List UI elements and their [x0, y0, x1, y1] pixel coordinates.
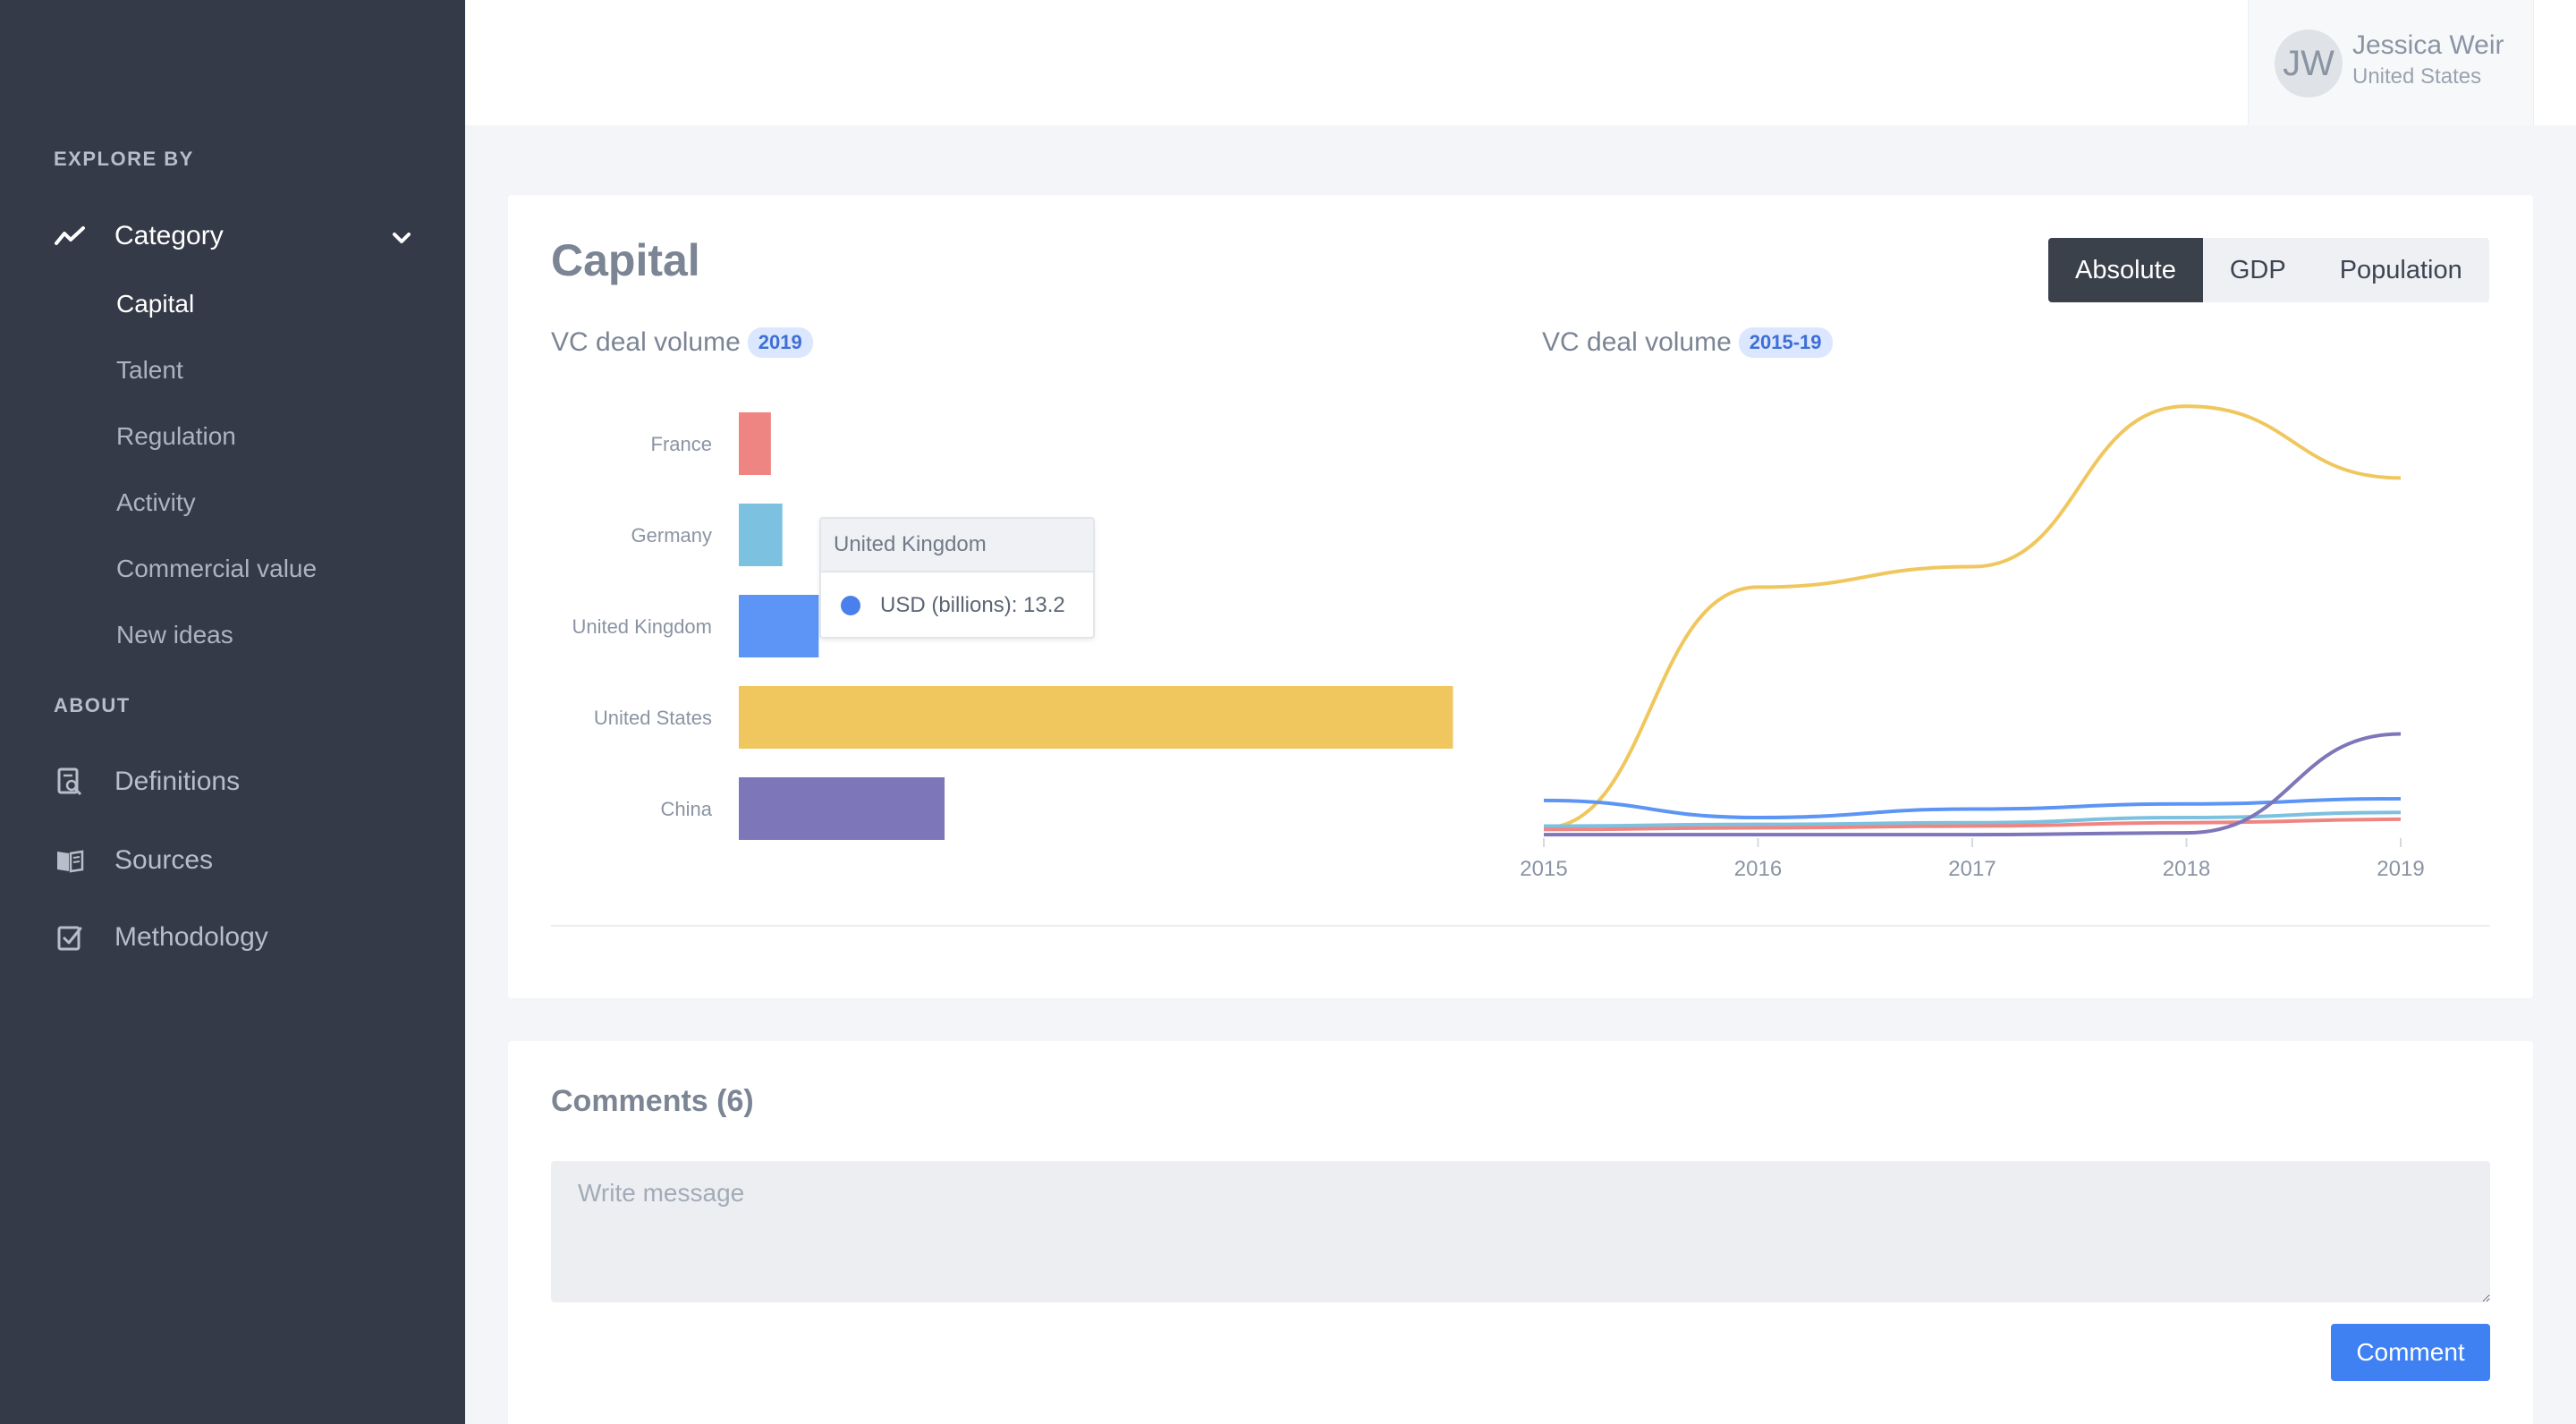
toggle-population[interactable]: Population — [2313, 238, 2489, 302]
bar-label-china: China — [661, 798, 713, 820]
line-chart-title: VC deal volume — [1542, 327, 1732, 357]
view-toggle: Absolute GDP Population — [2048, 238, 2489, 302]
bar-chart-header: VC deal volume 2019 — [551, 327, 813, 358]
trend-line-icon — [54, 220, 86, 252]
comments-title: Comments (6) — [551, 1084, 754, 1118]
explore-by-label: EXPLORE BY — [54, 148, 194, 170]
bar-china[interactable] — [739, 777, 945, 840]
tooltip-value: USD (billions): 13.2 — [880, 593, 1065, 617]
sidebar-item-regulation[interactable]: Regulation — [116, 422, 236, 451]
bar-france[interactable] — [739, 412, 771, 475]
bar-united-kingdom[interactable] — [739, 595, 819, 657]
user-country: United States — [2352, 64, 2482, 89]
sidebar-item-commercial-value[interactable]: Commercial value — [116, 555, 317, 583]
sidebar-item-new-ideas[interactable]: New ideas — [116, 621, 233, 649]
sidebar-item-definitions[interactable]: Definitions — [54, 760, 240, 803]
x-tick-label-2016: 2016 — [1734, 857, 1782, 881]
bar-united-states[interactable] — [739, 686, 1453, 749]
sidebar: EXPLORE BY Category Capital Talent Regul… — [0, 0, 465, 1424]
x-tick-label-2019: 2019 — [2377, 857, 2424, 881]
sidebar-item-capital[interactable]: Capital — [116, 290, 194, 318]
bar-label-france: France — [651, 433, 712, 455]
bar-label-united-states: United States — [594, 707, 712, 729]
comment-button[interactable]: Comment — [2331, 1324, 2490, 1381]
year-range-badge: 2015-19 — [1738, 327, 1833, 358]
sidebar-item-sources[interactable]: Sources — [54, 839, 213, 882]
document-search-icon — [54, 766, 86, 798]
chart-tooltip: United Kingdom USD (billions): 13.2 — [819, 517, 1095, 639]
line-series-1[interactable] — [1543, 404, 2402, 830]
methodology-label: Methodology — [114, 922, 268, 952]
tooltip-title: United Kingdom — [821, 519, 1093, 572]
sources-label: Sources — [114, 845, 214, 875]
page-title: Capital — [551, 235, 700, 285]
about-label: ABOUT — [54, 694, 131, 716]
line-chart[interactable]: 2015 2016 2017 2018 2019 — [1501, 392, 2512, 911]
user-menu[interactable]: JW Jessica Weir United States — [2248, 0, 2534, 125]
definitions-label: Definitions — [114, 767, 241, 796]
comments-card: Comments (6) Comment — [508, 1041, 2533, 1424]
toggle-gdp[interactable]: GDP — [2203, 238, 2313, 302]
capital-card: Capital Absolute GDP Population VC deal … — [508, 195, 2533, 998]
x-tick-label-2017: 2017 — [1948, 857, 1996, 881]
bar-germany[interactable] — [739, 504, 783, 566]
x-tick-label-2015: 2015 — [1520, 857, 1567, 881]
category-label: Category — [114, 221, 224, 250]
chevron-down-icon — [392, 221, 411, 251]
line-chart-header: VC deal volume 2015-19 — [1542, 327, 1833, 358]
comment-input[interactable] — [551, 1161, 2490, 1302]
year-badge: 2019 — [747, 327, 813, 358]
avatar: JW — [2275, 30, 2343, 97]
bar-chart-title: VC deal volume — [551, 327, 741, 357]
bar-label-germany: Germany — [631, 524, 712, 547]
sidebar-item-methodology[interactable]: Methodology — [54, 916, 268, 959]
checklist-icon — [54, 921, 86, 954]
category-dropdown[interactable]: Category — [54, 215, 411, 258]
sidebar-item-activity[interactable]: Activity — [116, 488, 196, 517]
line-series-3[interactable] — [1543, 810, 2402, 828]
tooltip-series-dot — [841, 596, 860, 615]
user-name: Jessica Weir — [2352, 30, 2504, 60]
sidebar-item-talent[interactable]: Talent — [116, 356, 183, 385]
bar-label-united-kingdom: United Kingdom — [572, 615, 712, 638]
line-series-5[interactable] — [1543, 732, 2402, 837]
toggle-absolute[interactable]: Absolute — [2048, 238, 2203, 302]
card-divider — [551, 925, 2490, 927]
x-tick-label-2018: 2018 — [2163, 857, 2210, 881]
tooltip-body: USD (billions): 13.2 — [821, 572, 1093, 639]
book-icon — [54, 844, 86, 877]
